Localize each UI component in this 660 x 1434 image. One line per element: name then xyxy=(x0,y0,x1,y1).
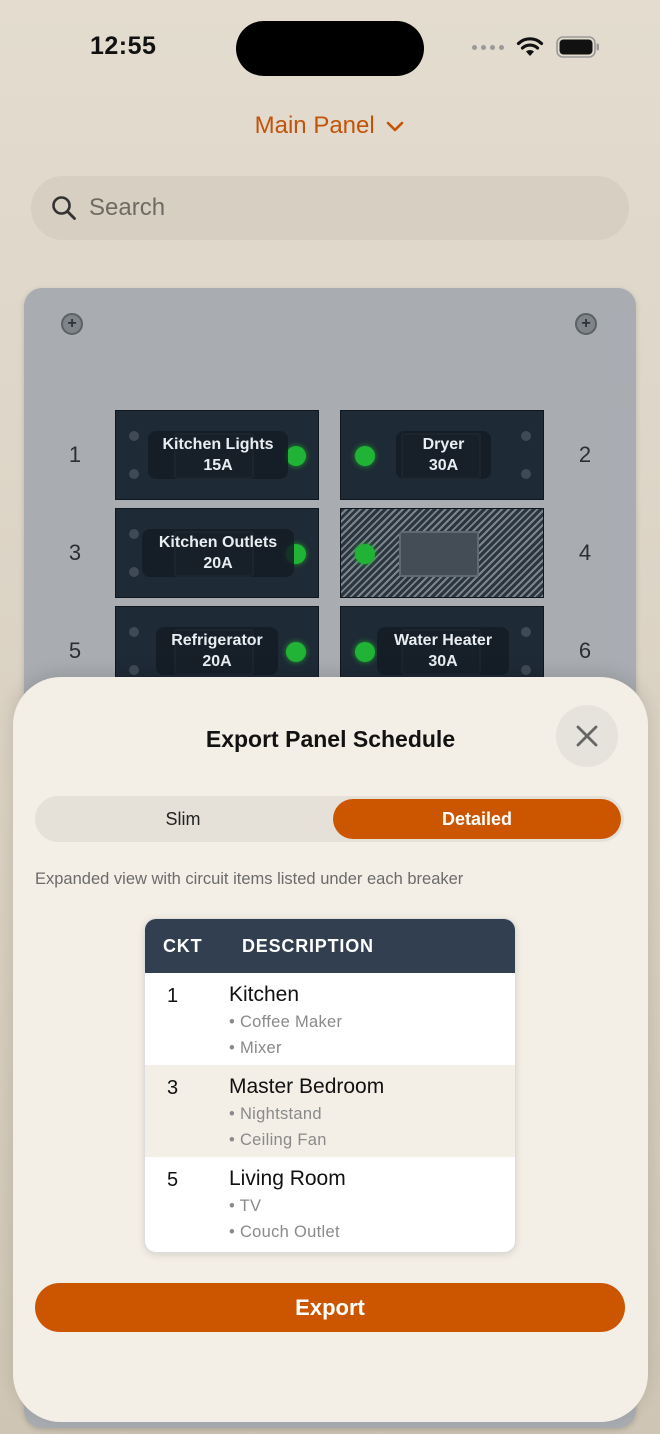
breaker-label: Refrigerator 20A xyxy=(156,627,278,675)
export-sheet: Export Panel Schedule Slim Detailed Expa… xyxy=(13,677,648,1422)
segment-slim[interactable]: Slim xyxy=(38,799,328,839)
status-led-icon xyxy=(355,446,375,466)
circuit-number: 4 xyxy=(578,540,592,565)
row-title: Master Bedroom xyxy=(229,1075,385,1098)
row-item: • Mixer xyxy=(229,1039,282,1057)
segment-detailed[interactable]: Detailed xyxy=(333,799,621,839)
screw-icon: + xyxy=(575,313,597,335)
breaker-label: Water Heater 30A xyxy=(377,627,509,675)
status-led-icon xyxy=(286,642,306,662)
close-icon xyxy=(576,725,598,747)
status-icons xyxy=(472,36,600,58)
circuit-number: 6 xyxy=(578,638,592,663)
row-item: • Coffee Maker xyxy=(229,1013,343,1031)
status-led-icon xyxy=(355,544,375,564)
circuit-number: 1 xyxy=(68,442,82,467)
breaker-1[interactable]: Kitchen Lights 15A xyxy=(115,410,319,500)
screw-icon: + xyxy=(61,313,83,335)
panel-selector[interactable]: Main Panel xyxy=(0,112,660,140)
row-title: Living Room xyxy=(229,1167,346,1190)
wifi-icon xyxy=(516,37,544,56)
breaker-4-empty[interactable] xyxy=(340,508,544,598)
breaker-label: Kitchen Outlets 20A xyxy=(142,529,294,577)
breaker-3[interactable]: Kitchen Outlets 20A xyxy=(115,508,319,598)
row-ckt: 5 xyxy=(167,1169,179,1191)
column-header-description: DESCRIPTION xyxy=(242,935,374,956)
row-title: Kitchen xyxy=(229,983,300,1006)
search-input[interactable] xyxy=(89,194,569,222)
chevron-down-icon xyxy=(387,121,404,131)
breaker-label: Kitchen Lights 15A xyxy=(148,431,288,479)
cellular-signal-icon xyxy=(472,44,504,50)
search-icon xyxy=(52,196,76,220)
breaker-label: Dryer 30A xyxy=(396,431,491,479)
format-description: Expanded view with circuit items listed … xyxy=(35,870,464,888)
panel-selector-label: Main Panel xyxy=(254,112,375,139)
status-led-icon xyxy=(355,642,375,662)
schedule-preview-table: CKT DESCRIPTION 1 Kitchen • Coffee Maker… xyxy=(144,918,516,1253)
row-item: • Couch Outlet xyxy=(229,1223,340,1241)
row-ckt: 1 xyxy=(167,985,179,1007)
format-segmented-control: Slim Detailed xyxy=(35,796,624,842)
status-time: 12:55 xyxy=(90,32,157,60)
search-bar[interactable] xyxy=(31,176,629,240)
table-row: 5 Living Room • TV • Couch Outlet xyxy=(145,1157,515,1249)
sheet-title: Export Panel Schedule xyxy=(205,726,456,752)
circuit-number: 2 xyxy=(578,442,592,467)
circuit-number: 3 xyxy=(68,540,82,565)
row-item: • TV xyxy=(229,1197,262,1215)
status-led-icon xyxy=(286,446,306,466)
breaker-2[interactable]: Dryer 30A xyxy=(340,410,544,500)
table-row: 1 Kitchen • Coffee Maker • Mixer xyxy=(145,973,515,1065)
row-item: • Ceiling Fan xyxy=(229,1131,327,1149)
close-button[interactable] xyxy=(556,705,618,767)
table-header: CKT DESCRIPTION xyxy=(145,919,515,973)
column-header-ckt: CKT xyxy=(163,935,203,956)
circuit-number: 5 xyxy=(68,638,82,663)
export-button[interactable]: Export xyxy=(35,1283,625,1332)
table-row: 3 Master Bedroom • Nightstand • Ceiling … xyxy=(145,1065,515,1157)
row-ckt: 3 xyxy=(167,1077,179,1099)
dynamic-island xyxy=(236,21,424,76)
row-item: • Nightstand xyxy=(229,1105,322,1123)
battery-icon xyxy=(556,36,599,58)
